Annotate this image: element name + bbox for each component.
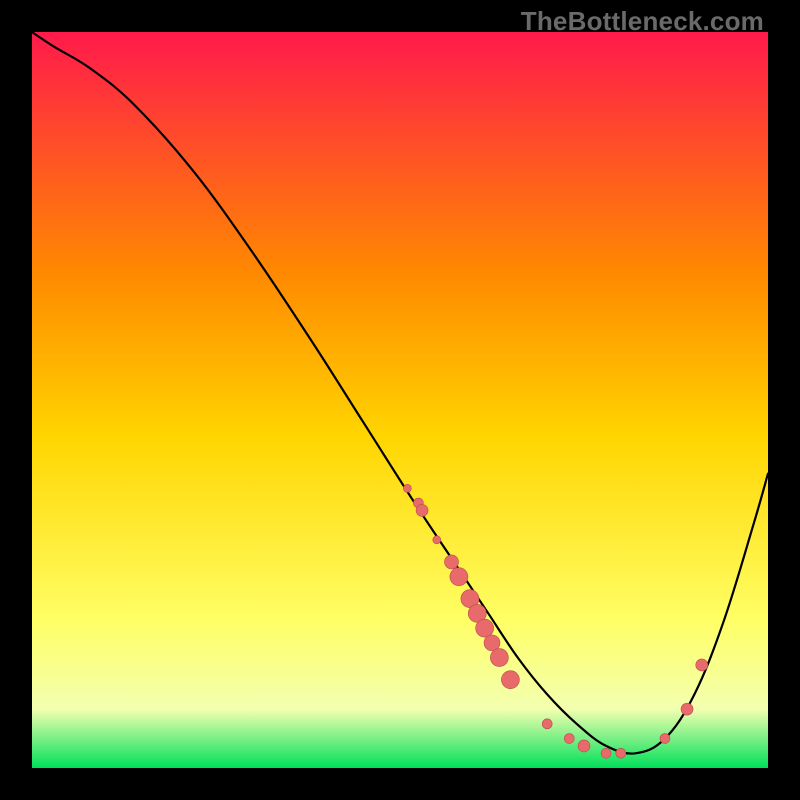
data-point [433, 536, 441, 544]
data-point [660, 734, 670, 744]
data-point [416, 504, 428, 516]
data-point [696, 659, 708, 671]
data-point [476, 619, 494, 637]
data-point [501, 671, 519, 689]
data-point [490, 649, 508, 667]
data-point [681, 703, 693, 715]
data-point [564, 734, 574, 744]
data-point [601, 748, 611, 758]
bottleneck-chart [32, 32, 768, 768]
data-point [450, 568, 468, 586]
data-point [578, 740, 590, 752]
data-point [542, 719, 552, 729]
data-point [616, 748, 626, 758]
chart-frame [32, 32, 768, 768]
gradient-background [32, 32, 768, 768]
data-point [445, 555, 459, 569]
data-point [403, 484, 411, 492]
plot-area [32, 32, 768, 768]
